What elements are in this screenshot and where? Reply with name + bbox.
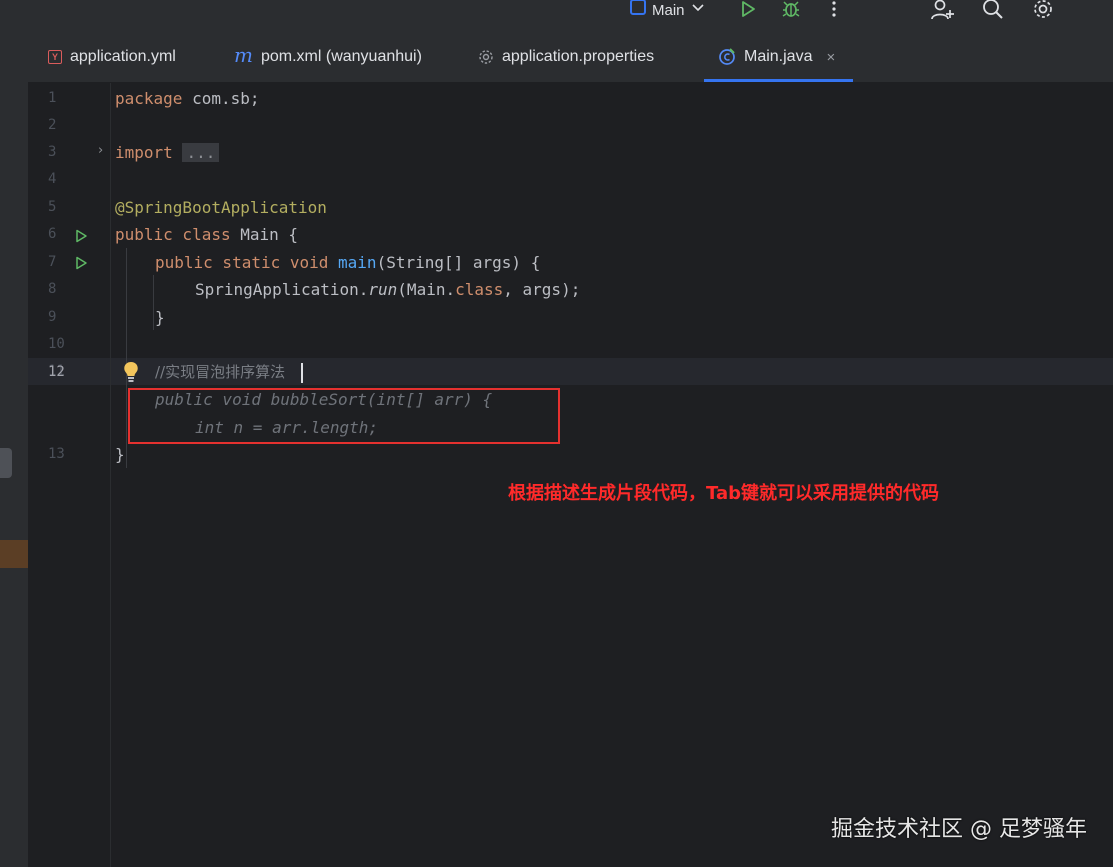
run-config-icon — [630, 0, 646, 15]
tab-label: application.properties — [502, 48, 655, 65]
code-line-1: package com.sb; — [115, 89, 260, 108]
text-caret — [301, 363, 303, 383]
code-line-10: } — [155, 308, 165, 327]
line-number: 2 — [48, 117, 57, 133]
line-number: 4 — [48, 171, 57, 187]
line-number: 9 — [48, 309, 57, 325]
gutter-separator — [110, 83, 111, 867]
add-user-button[interactable] — [928, 0, 958, 22]
tool-window-marker — [0, 540, 28, 568]
lightbulb-icon[interactable] — [122, 361, 140, 383]
run-class-gutter-button[interactable] — [72, 222, 90, 249]
code-line-6: @SpringBootApplication — [115, 198, 327, 217]
indent-guide — [126, 248, 127, 468]
run-icon — [76, 256, 87, 269]
current-line-number: 12 — [48, 364, 65, 380]
java-class-icon — [719, 48, 735, 65]
code-line-3: import ... — [115, 139, 220, 166]
gear-icon — [1034, 0, 1052, 18]
editor-tab-bar: Y application.yml m pom.xml (wanyuanhui)… — [28, 32, 1113, 83]
indent-guide — [153, 275, 154, 330]
tab-label: Main.java — [744, 48, 813, 65]
settings-button[interactable] — [1028, 0, 1058, 22]
tab-application-yml[interactable]: Y application.yml — [48, 32, 176, 82]
bug-icon — [782, 1, 800, 17]
close-tab-icon[interactable]: × — [826, 49, 835, 66]
more-actions-button[interactable] — [819, 0, 849, 22]
run-main-gutter-button[interactable] — [72, 249, 90, 276]
suggestion-highlight-box — [128, 388, 560, 444]
more-vertical-icon — [832, 1, 836, 17]
maven-icon: m — [234, 43, 253, 67]
line-number: 13 — [48, 446, 65, 462]
run-icon — [76, 229, 87, 242]
line-number: 5 — [48, 199, 57, 215]
chevron-down-icon — [691, 4, 704, 12]
line-number: 10 — [48, 336, 65, 352]
watermark: 掘金技术社区 @ 足梦骚年 — [831, 817, 1087, 842]
code-editor[interactable]: 1 2 3 4 5 6 7 8 9 10 11 12 13 › package … — [28, 83, 1113, 867]
tab-pom-xml[interactable]: m pom.xml (wanyuanhui) — [234, 32, 422, 82]
code-line-13: } — [115, 445, 125, 464]
code-line-12-comment: //实现冒泡排序算法 — [155, 363, 286, 381]
run-button[interactable] — [733, 0, 763, 22]
tab-application-properties[interactable]: application.properties — [478, 32, 654, 82]
top-toolbar: Main — [28, 0, 1113, 32]
yaml-icon: Y — [48, 50, 62, 64]
tab-label: pom.xml (wanyuanhui) — [260, 48, 422, 65]
run-config-label: Main — [652, 1, 685, 19]
code-line-7: public class Main { — [115, 225, 299, 244]
debug-button[interactable] — [776, 0, 806, 22]
line-number: 3 — [48, 144, 57, 160]
folded-imports[interactable]: ... — [182, 143, 220, 162]
code-line-8: public static void main(String[] args) { — [155, 253, 541, 272]
scroll-handle[interactable] — [0, 448, 12, 478]
fold-chevron-icon[interactable]: › — [98, 143, 103, 158]
run-icon — [742, 1, 755, 17]
line-number: 8 — [48, 281, 57, 297]
run-configuration-selector[interactable]: Main — [630, 0, 705, 20]
gear-icon — [479, 50, 493, 64]
search-button[interactable] — [978, 0, 1008, 22]
code-line-9: SpringApplication.run(Main.class, args); — [195, 280, 581, 299]
add-user-icon — [931, 0, 954, 20]
annotation-text: 根据描述生成片段代码，Tab键就可以采用提供的代码 — [508, 483, 939, 504]
tab-label: application.yml — [70, 48, 176, 65]
line-number: 1 — [48, 90, 57, 106]
left-tool-strip — [0, 0, 29, 867]
search-icon — [983, 0, 1003, 19]
tab-main-java[interactable]: Main.java × — [703, 32, 854, 82]
